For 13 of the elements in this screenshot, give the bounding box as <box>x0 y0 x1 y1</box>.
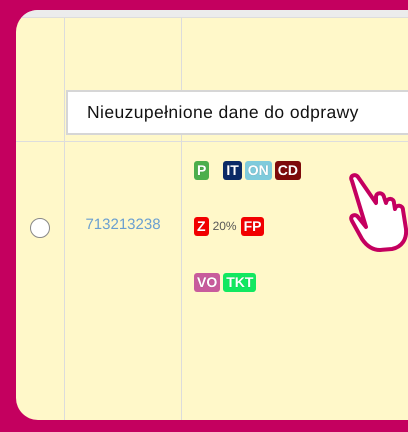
status-badge: CD <box>274 160 302 180</box>
status-badge: IT <box>223 160 242 180</box>
status-badge: Z <box>194 216 209 236</box>
hand-cursor-icon <box>346 173 408 253</box>
percent-text: 20% <box>212 218 238 234</box>
status-badge: FP <box>240 216 264 236</box>
status-badge: P <box>194 160 210 180</box>
number-link[interactable]: 713213238 <box>85 216 161 233</box>
status-badge: ON <box>244 160 272 180</box>
status-badge: VO <box>194 272 220 292</box>
status-badge: TKT <box>223 272 256 292</box>
radio-button[interactable] <box>30 218 50 238</box>
tooltip: Nieuzupełnione dane do odprawy <box>66 90 408 135</box>
